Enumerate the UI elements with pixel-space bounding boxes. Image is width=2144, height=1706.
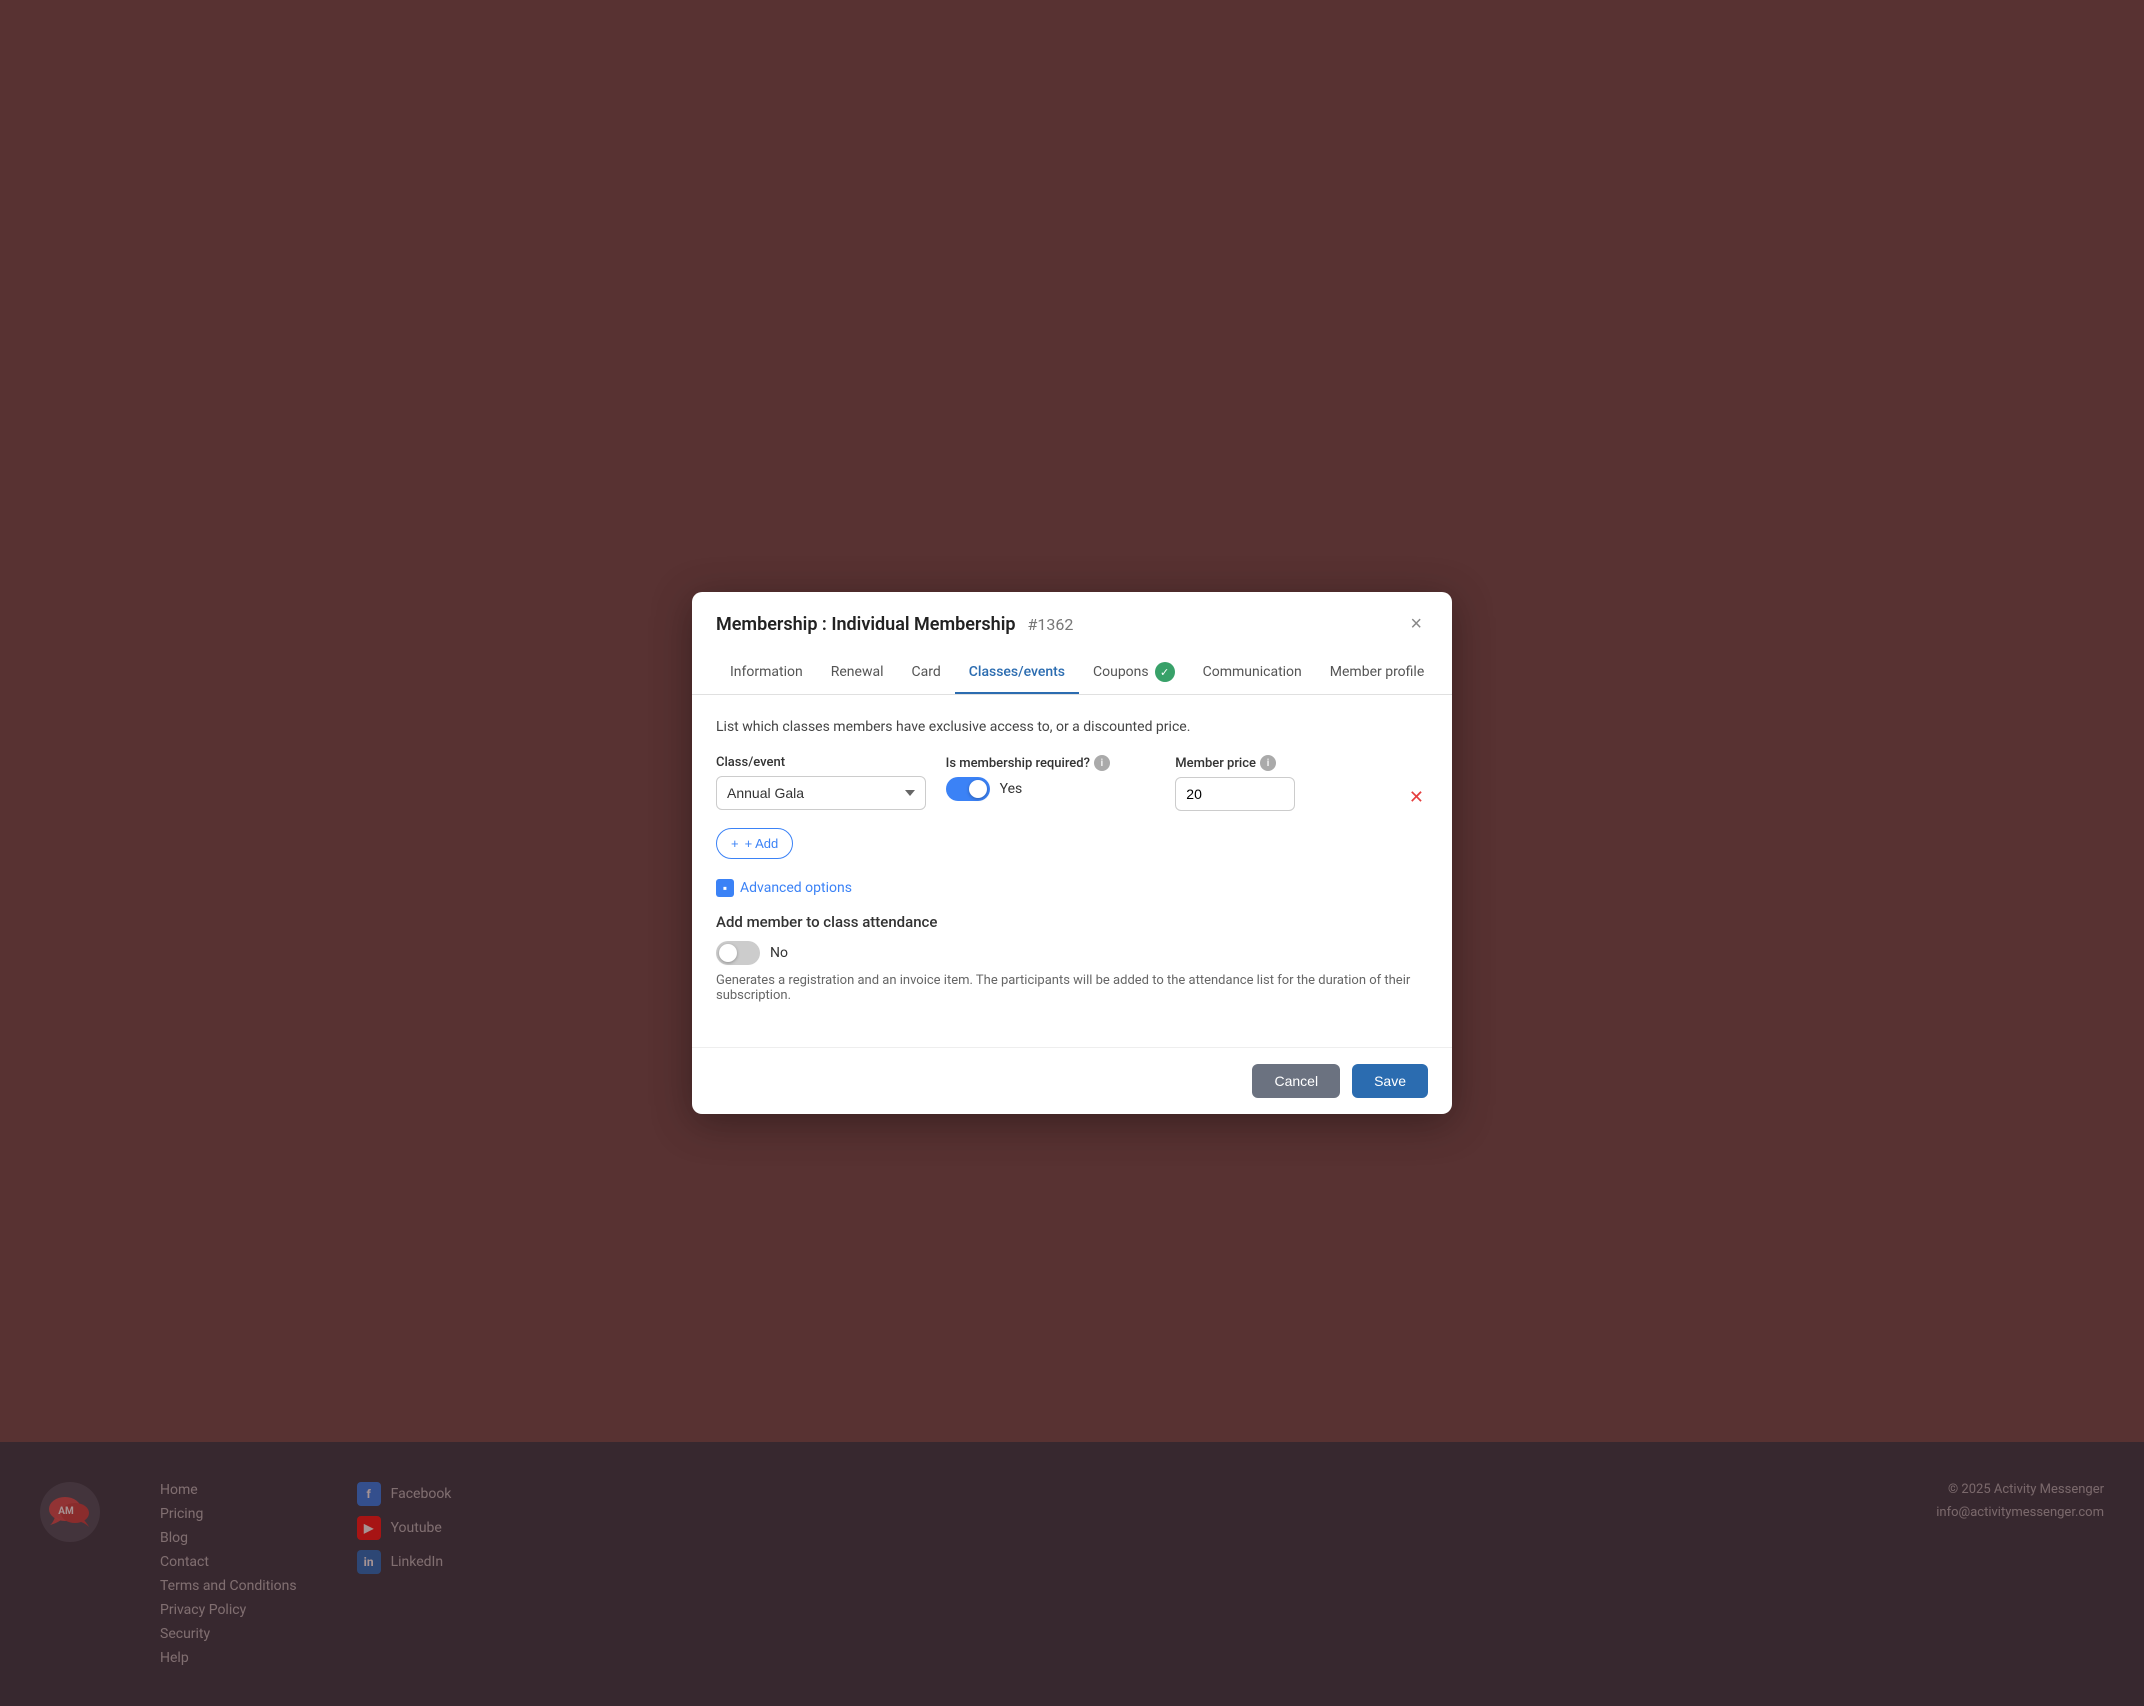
attendance-title: Add member to class attendance <box>716 913 1428 931</box>
tab-coupons[interactable]: Coupons <box>1079 652 1189 694</box>
modal-overlay: Membership : Individual Membership #1362… <box>0 0 2144 1706</box>
tab-communication[interactable]: Communication <box>1189 652 1316 694</box>
attendance-toggle[interactable] <box>716 941 760 965</box>
modal-body: List which classes members have exclusiv… <box>692 695 1452 1047</box>
tab-member-profile[interactable]: Member profile <box>1316 652 1438 694</box>
membership-toggle-row: Yes <box>946 777 1156 801</box>
modal-dialog: Membership : Individual Membership #1362… <box>692 592 1452 1114</box>
member-price-label: Member price i <box>1175 755 1385 771</box>
add-button[interactable]: + + Add <box>716 828 793 859</box>
membership-toggle[interactable] <box>946 777 990 801</box>
class-event-row: Class/event Annual Gala Summer Camp Wint… <box>716 755 1428 812</box>
tab-renewal[interactable]: Renewal <box>817 652 898 694</box>
close-button[interactable]: × <box>1404 612 1428 636</box>
advanced-options-section: ▪ Advanced options Add member to class a… <box>716 879 1428 1003</box>
tab-classes-events[interactable]: Classes/events <box>955 652 1079 694</box>
membership-info-icon: i <box>1094 755 1110 771</box>
coupons-badge <box>1155 662 1175 682</box>
attendance-toggle-row: No <box>716 941 1428 965</box>
attendance-note: Generates a registration and an invoice … <box>716 973 1428 1003</box>
tab-information[interactable]: Information <box>716 652 817 694</box>
save-button[interactable]: Save <box>1352 1064 1428 1098</box>
delete-row-button[interactable]: ✕ <box>1405 783 1428 812</box>
attendance-slider <box>716 941 760 965</box>
attendance-section: Add member to class attendance No Genera… <box>716 913 1428 1003</box>
tab-bar: Information Renewal Card Classes/events … <box>692 652 1452 695</box>
advanced-options-toggle[interactable]: ▪ Advanced options <box>716 879 1428 897</box>
membership-required-label: Is membership required? i <box>946 755 1156 771</box>
membership-required-group: Is membership required? i Yes <box>946 755 1156 801</box>
add-label: + Add <box>745 836 779 851</box>
modal-title: Membership : Individual Membership <box>716 614 1016 635</box>
collapse-icon: ▪ <box>716 879 734 897</box>
advanced-options-label: Advanced options <box>740 880 852 896</box>
modal-id: #1362 <box>1027 615 1073 634</box>
modal-header: Membership : Individual Membership #1362… <box>692 592 1452 636</box>
member-price-info-icon: i <box>1260 755 1276 771</box>
member-price-input[interactable]: 20 <box>1175 777 1295 811</box>
class-event-select[interactable]: Annual Gala Summer Camp Winter Workshop <box>716 776 926 810</box>
modal-footer: Cancel Save <box>692 1048 1452 1114</box>
tab-card[interactable]: Card <box>897 652 954 694</box>
member-price-group: Member price i 20 <box>1175 755 1385 811</box>
page-description: List which classes members have exclusiv… <box>716 719 1428 735</box>
class-event-group: Class/event Annual Gala Summer Camp Wint… <box>716 755 926 810</box>
modal-title-group: Membership : Individual Membership #1362 <box>716 614 1073 635</box>
add-icon: + <box>731 836 739 851</box>
attendance-toggle-label: No <box>770 945 788 961</box>
class-event-label: Class/event <box>716 755 926 770</box>
membership-slider <box>946 777 990 801</box>
cancel-button[interactable]: Cancel <box>1252 1064 1340 1098</box>
membership-toggle-label: Yes <box>1000 781 1023 797</box>
